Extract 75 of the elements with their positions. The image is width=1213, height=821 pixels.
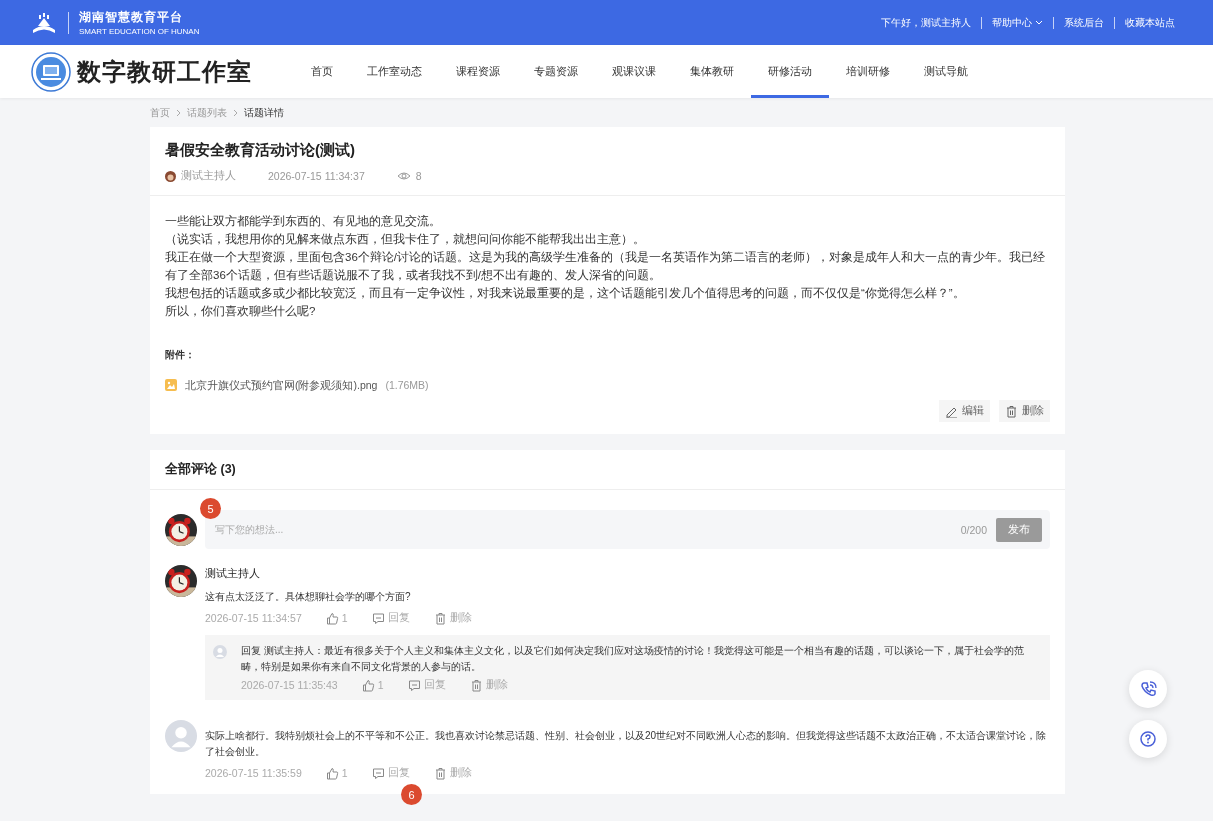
author-name: 测试主持人	[181, 169, 236, 183]
edit-button[interactable]: 编辑	[939, 400, 990, 422]
nav-tab[interactable]: 课程资源	[439, 45, 517, 98]
help-button[interactable]	[1129, 720, 1167, 758]
phone-icon	[1139, 681, 1157, 697]
thumbs-up-icon	[361, 678, 375, 692]
file-size: (1.76MB)	[385, 378, 429, 393]
topic-title: 暑假安全教育活动讨论(测试)	[165, 141, 356, 160]
speech-bubble-icon	[371, 766, 385, 780]
like-button[interactable]: 1	[325, 766, 348, 780]
trash-icon	[433, 766, 447, 780]
nav-tab[interactable]: 研修活动	[751, 45, 829, 98]
header-link[interactable]: 帮助中心	[982, 15, 1053, 30]
avatar-icon	[165, 170, 176, 182]
help-icon	[1140, 731, 1156, 747]
trash-icon	[1005, 404, 1018, 418]
nav-tab[interactable]: 测试导航	[907, 45, 985, 98]
body-paragraph: （说实话，我想用你的见解来做点东西，但我卡住了，就想问问你能不能帮我出出主意）。	[165, 232, 646, 247]
book-logo-icon	[30, 11, 58, 34]
delete-button[interactable]: 删除	[433, 611, 472, 625]
platform-subtitle: SMART EDUCATION OF HUNAN	[79, 27, 200, 36]
nav-tab[interactable]: 观课议课	[595, 45, 673, 98]
thumbs-up-icon	[325, 766, 339, 780]
reply-button[interactable]: 回复	[371, 766, 410, 780]
comment-time: 2026-07-15 11:35:43	[240, 679, 338, 691]
avatar-icon	[213, 643, 227, 661]
nav-tab[interactable]: 首页	[294, 45, 350, 98]
image-file-icon	[165, 379, 177, 391]
publish-button[interactable]: 发布	[996, 517, 1042, 542]
nav-tab[interactable]: 专题资源	[517, 45, 595, 98]
comments-heading: 全部评论 (3)	[150, 450, 1065, 490]
body-paragraph: 一些能让双方都能学到东西的、有见地的意见交流。	[165, 214, 442, 229]
body-paragraph: 我想包括的话题或多或少都比较宽泛，而且有一定争议性，对我来说最重要的是，这个话题能引发几个值得思考的问题，而不仅仅是“你觉得怎么样？”。	[165, 286, 966, 301]
view-count: 8	[415, 170, 422, 182]
studio-title: 数字教研工作室	[77, 55, 252, 88]
trash-icon	[469, 678, 483, 692]
breadcrumb-link[interactable]: 首页	[150, 105, 170, 120]
breadcrumb-link[interactable]: 话题列表	[187, 105, 227, 120]
step-marker: 6	[401, 784, 422, 805]
avatar-icon	[165, 720, 197, 752]
comment-time: 2026-07-15 11:34:57	[205, 612, 302, 624]
step-marker: 5	[200, 498, 221, 519]
header-link[interactable]: 收藏本站点	[1115, 15, 1185, 30]
comment-text: 这有点太泛泛了。具体想聊社会学的哪个方面?	[205, 590, 412, 604]
delete-button[interactable]: 删除	[999, 400, 1050, 422]
speech-bubble-icon	[407, 678, 421, 692]
trash-icon	[433, 611, 447, 625]
body-paragraph: 所以，你们喜欢聊些什么呢?	[165, 304, 317, 319]
chevron-right-icon	[175, 108, 182, 117]
body-paragraph: 我正在做一个大型资源，里面包含36个辩论/讨论的话题。这是为我的高级学生准备的（我是一名英语作为第二语言的老师），对象是成年人和大一点的青少年。我已经有了全部36个话题，但有些话题说服不了我，或者我找不到/想不出有趣的、发人深省的问题。	[165, 250, 1046, 283]
chevron-down-icon	[1035, 19, 1043, 26]
reply-text: 回复 测试主持人：最近有很多关于个人主义和集体主义文化，以及它们如何决定我们应对这场疫情的讨论！我觉得这可能是一个相当有趣的话题，可以谈论一下，属于社会学的范畴，特别是如果你有来自不同文化背景的人参与的话。	[240, 644, 1025, 674]
comment-time: 2026-07-15 11:35:59	[205, 767, 302, 779]
post-time: 2026-07-15 11:34:37	[268, 170, 365, 182]
platform-name: 湖南智慧教育平台	[79, 9, 184, 26]
thumbs-up-icon	[325, 611, 339, 625]
chevron-right-icon	[232, 108, 239, 117]
comment-text: 实际上啥都行。我特别烦社会上的不平等和不公正。我也喜欢讨论禁忌话题、性别、社会创业，以及20世纪对不同欧洲人心态的影响。但我觉得这些话题不太政治正确，不太适合课堂讨论，除了社会创业。	[205, 729, 1048, 759]
reply-button[interactable]: 回复	[371, 611, 410, 625]
speech-bubble-icon	[371, 611, 385, 625]
phone-button[interactable]	[1129, 670, 1167, 708]
attachments-label: 附件：	[165, 348, 196, 362]
attachment-link[interactable]: 北京升旗仪式预约官网(附参观须知).png	[185, 376, 378, 394]
nav-tab[interactable]: 工作室动态	[350, 45, 439, 98]
breadcrumb-link[interactable]: 话题详情	[244, 105, 284, 120]
nav-tab[interactable]: 集体教研	[673, 45, 751, 98]
delete-button[interactable]: 删除	[433, 766, 472, 780]
char-counter: 0/200	[960, 523, 987, 536]
header-link[interactable]: 系统后台	[1054, 15, 1114, 30]
eye-icon	[396, 171, 411, 181]
studio-emblem-icon	[31, 51, 71, 92]
commenter-name: 测试主持人	[205, 567, 261, 581]
greeting-text: 下午好，测试主持人	[880, 15, 972, 30]
nav-tab[interactable]: 培训研修	[829, 45, 907, 98]
like-button[interactable]: 1	[325, 611, 348, 625]
